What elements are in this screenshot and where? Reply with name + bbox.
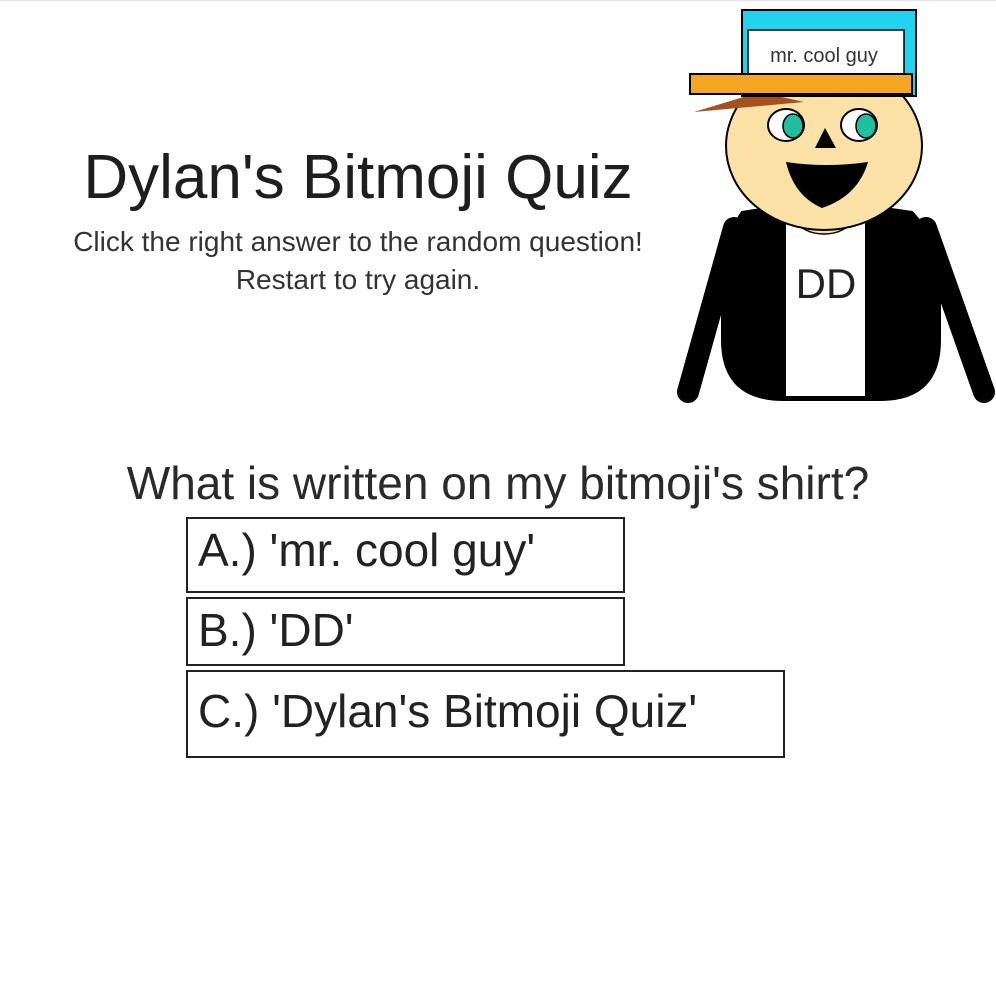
right-iris (855, 113, 877, 139)
answer-button-b[interactable]: B.) 'DD' (186, 597, 625, 666)
answer-button-c[interactable]: C.) 'Dylan's Bitmoji Quiz' (186, 670, 785, 758)
instructions-line-1: Click the right answer to the random que… (73, 226, 643, 257)
question-text: What is written on my bitmoji's shirt? (126, 457, 870, 509)
bitmoji-avatar: DD mr. cool guy (677, 9, 995, 403)
instructions: Click the right answer to the random que… (0, 223, 716, 299)
answer-button-a[interactable]: A.) 'mr. cool guy' (186, 517, 625, 593)
hat-brim (689, 73, 913, 95)
left-iris (782, 113, 804, 139)
top-divider (0, 0, 996, 1)
shirt-text: DD (796, 260, 857, 307)
instructions-line-2: Restart to try again. (235, 264, 481, 295)
page-title: Dylan's Bitmoji Quiz (83, 143, 633, 212)
hat-label: mr. cool guy (770, 45, 878, 67)
